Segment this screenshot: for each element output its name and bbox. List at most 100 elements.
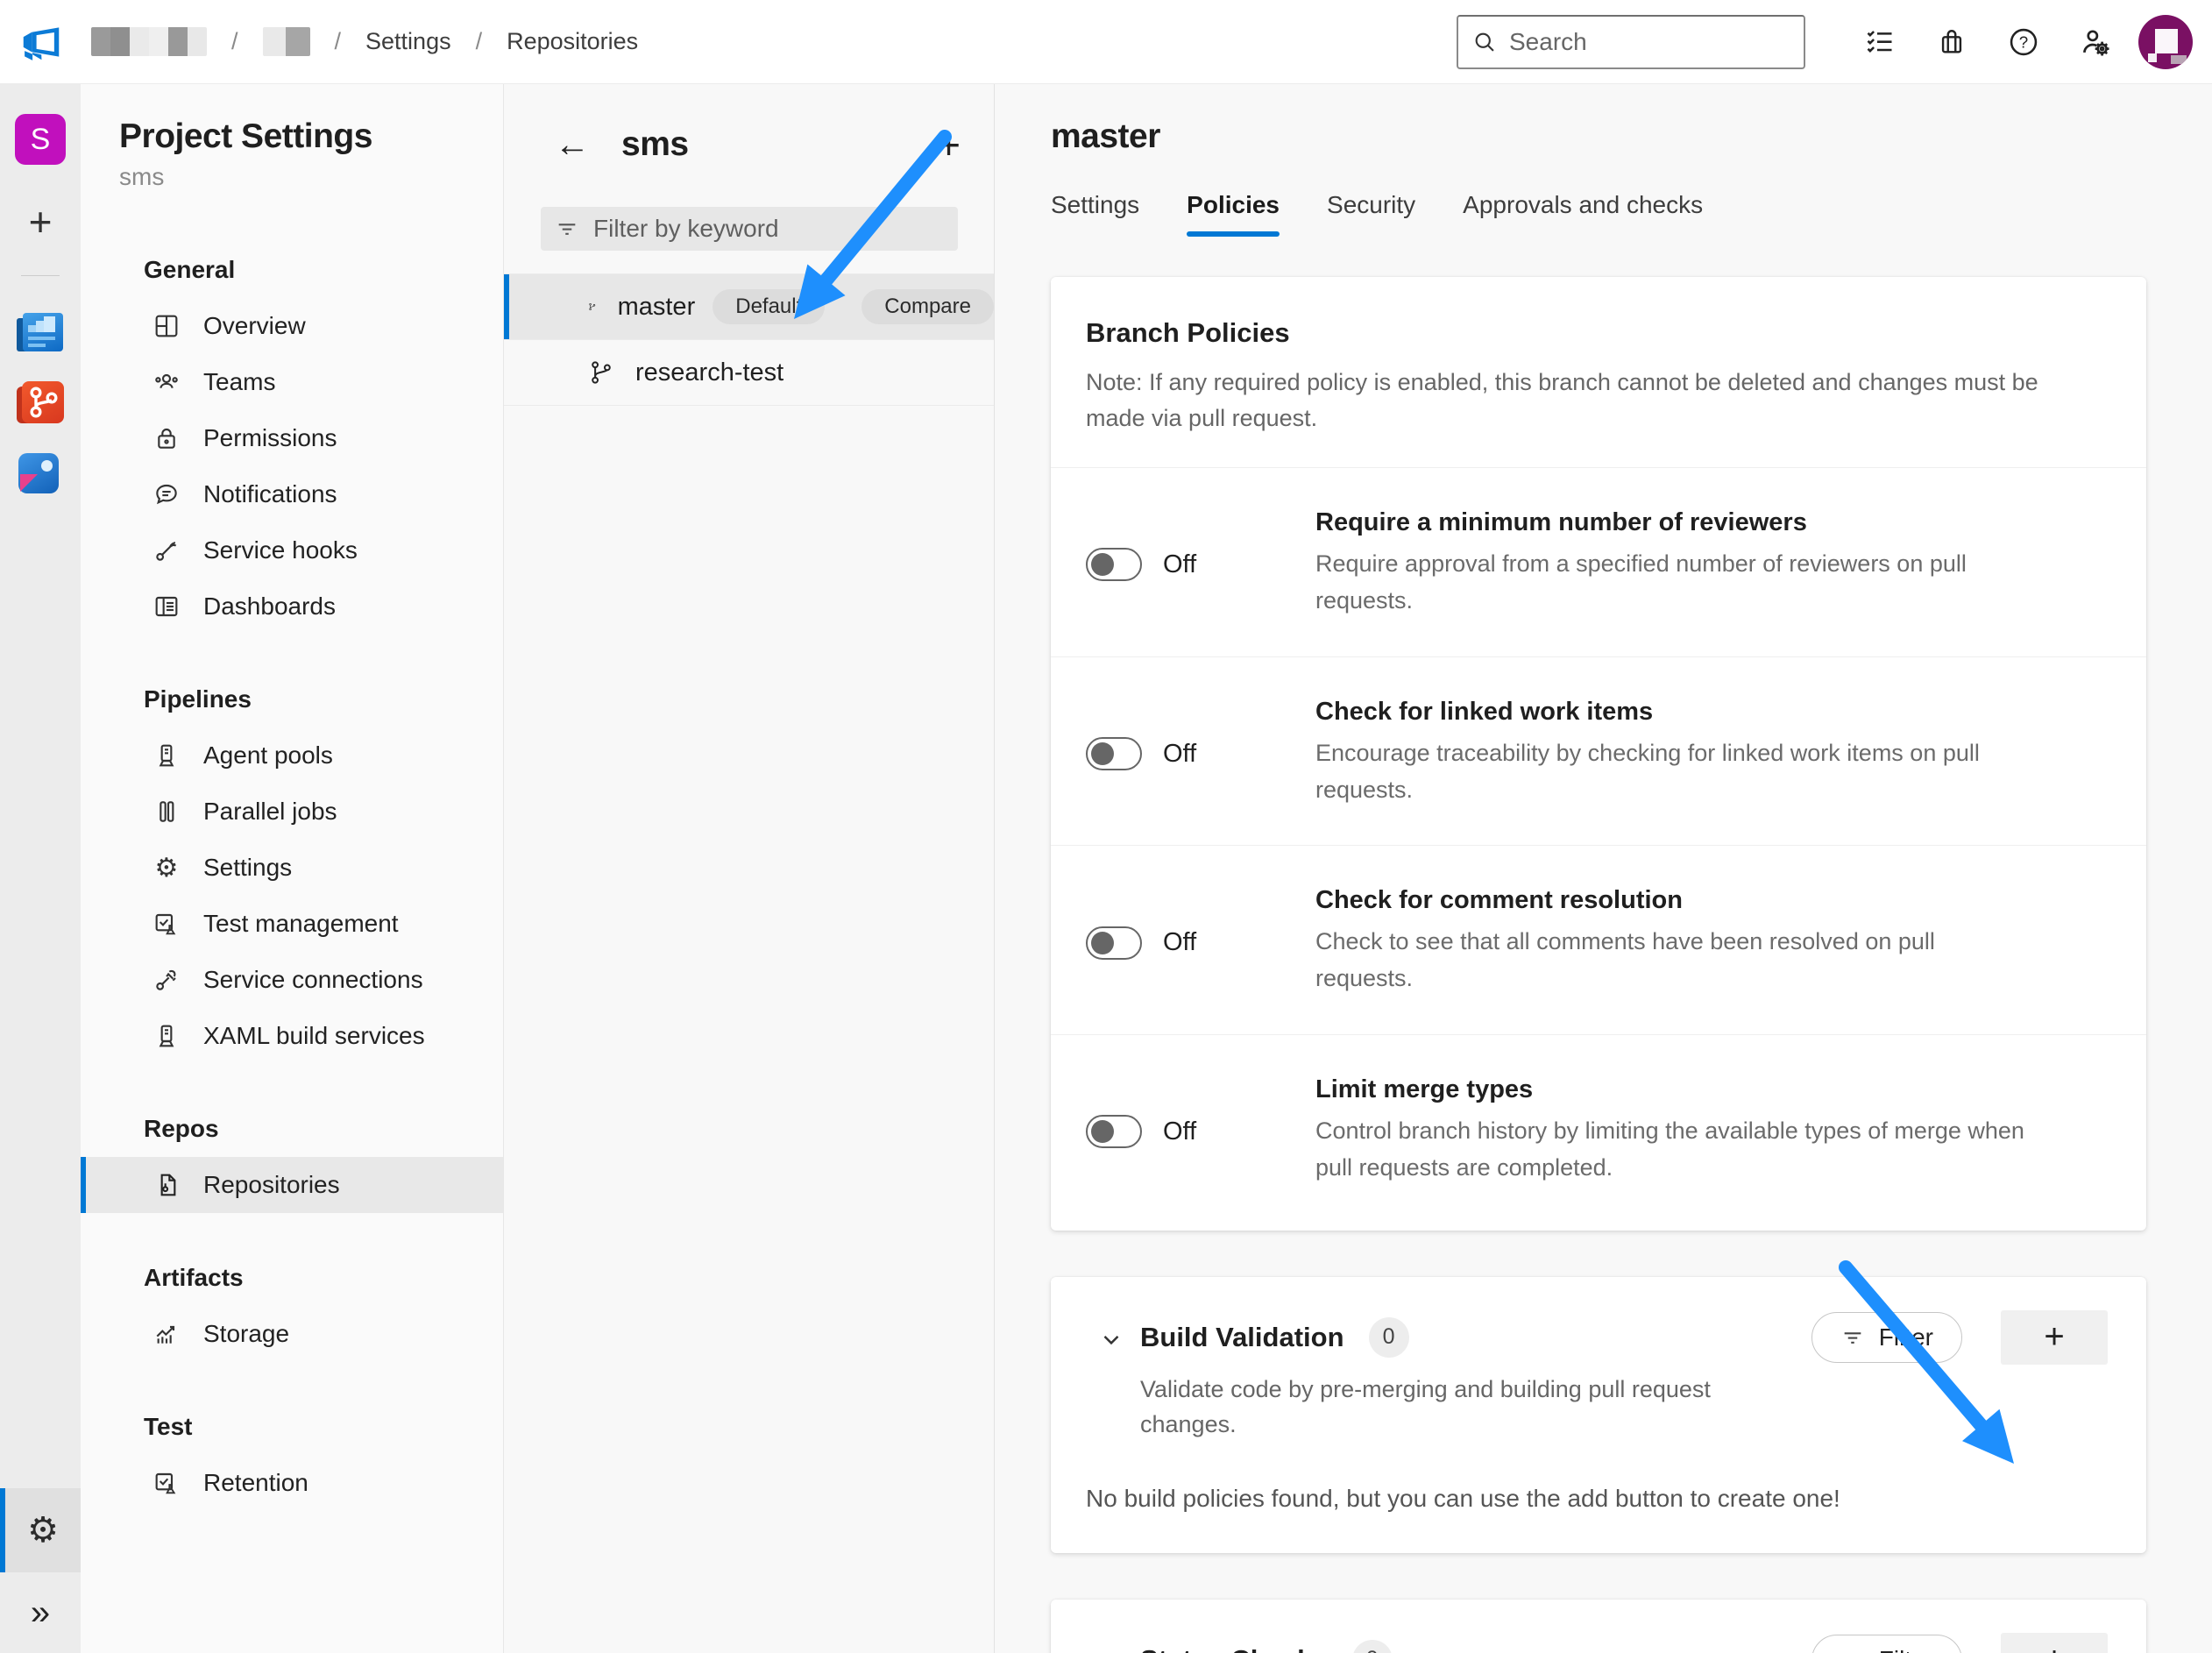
rail-expand-icon[interactable]: » [0,1572,81,1653]
toggle-state-label: Off [1163,740,1196,769]
toggle-state-label: Off [1163,928,1196,957]
parallel-icon [152,798,181,826]
rail-project-settings-gear[interactable]: ⚙ [0,1488,81,1572]
breadcrumb-repositories[interactable]: Repositories [507,28,638,55]
task-list-icon[interactable] [1861,24,1898,60]
sidebar-item-xaml-build-services[interactable]: XAML build services [81,1008,503,1064]
repos-app-icon[interactable] [17,381,64,425]
sidebar-item-label: Service hooks [203,536,358,564]
sidebar-item-label: Notifications [203,480,337,508]
rail-add-project-button[interactable]: + [29,202,53,242]
sidebar-item-label: Settings [203,854,292,882]
branch-filter[interactable] [541,207,958,251]
build-validation-add-button[interactable]: + [2001,1310,2108,1365]
repository-icon [152,1171,181,1199]
main-content: master Settings Policies Security Approv… [995,84,2212,1653]
user-settings-icon[interactable] [2077,24,2114,60]
policy-row-limit-merge-types: Off Limit merge types Control branch his… [1051,1034,2146,1224]
tab-settings[interactable]: Settings [1051,191,1139,237]
retention-icon [152,1469,181,1497]
overview-icon [152,312,181,340]
tab-security[interactable]: Security [1327,191,1415,237]
pipelines-app-icon[interactable] [17,451,64,495]
breadcrumb-settings[interactable]: Settings [365,28,451,55]
sidebar-item-label: Retention [203,1469,308,1497]
gear-icon: ⚙ [152,853,181,883]
rail-divider [21,275,60,276]
marketplace-bag-icon[interactable] [1933,24,1970,60]
section-heading-pipelines: Pipelines [144,685,503,713]
branch-filter-input[interactable] [593,215,944,243]
project-tile[interactable]: S [15,114,66,165]
search-input[interactable] [1509,28,1790,56]
status-checks-filter-button[interactable]: Filter [1811,1635,1962,1653]
build-validation-count: 0 [1369,1317,1409,1358]
sidebar-item-permissions[interactable]: Permissions [81,410,503,466]
build-validation-empty-message: No build policies found, but you can use… [1086,1485,2108,1513]
sidebar-item-label: Teams [203,368,275,396]
sidebar-item-storage[interactable]: Storage [81,1306,503,1362]
git-branch-icon [588,294,597,320]
storage-chart-icon [152,1320,181,1348]
sidebar-item-test-management[interactable]: Test management [81,896,503,952]
sidebar-item-teams[interactable]: Teams [81,354,503,410]
build-validation-description: Validate code by pre-merging and buildin… [1140,1372,1771,1443]
sidebar-item-label: Dashboards [203,592,336,621]
tab-policies[interactable]: Policies [1187,191,1280,237]
filter-button-label: Filter [1879,1323,1933,1351]
toggle-comment-resolution[interactable] [1086,926,1142,960]
boards-app-icon[interactable] [17,311,64,355]
policy-row-comment-resolution: Off Check for comment resolution Check t… [1051,845,2146,1034]
new-branch-button[interactable]: + [937,124,961,165]
sidebar-item-label: Agent pools [203,741,333,770]
branch-list: master Default Compare research-test [504,273,994,406]
help-icon[interactable]: ? [2005,24,2042,60]
policy-title: Check for linked work items [1315,698,2025,727]
azure-devops-logo-icon[interactable] [18,18,65,66]
compare-badge[interactable]: Compare [861,289,994,324]
section-heading-repos: Repos [144,1115,503,1143]
search-icon [1472,30,1497,54]
sidebar-item-parallel-jobs[interactable]: Parallel jobs [81,784,503,840]
sidebar-item-retention[interactable]: Retention [81,1455,503,1511]
branch-row-master[interactable]: master Default Compare [504,274,994,340]
tab-approvals-and-checks[interactable]: Approvals and checks [1463,191,1703,237]
breadcrumb-org-redacted[interactable] [91,27,207,56]
toggle-state-label: Off [1163,550,1196,579]
sidebar-item-service-connections[interactable]: Service connections [81,952,503,1008]
sidebar-subtitle: sms [119,163,503,191]
section-heading-artifacts: Artifacts [144,1264,503,1292]
chevron-down-icon[interactable] [1098,1649,1124,1653]
status-checks-count: 0 [1352,1640,1393,1653]
test-check-icon [152,910,181,938]
agent-icon [152,741,181,770]
back-arrow-icon[interactable]: ← [555,127,590,162]
global-search[interactable] [1457,15,1805,69]
filter-icon [1840,1325,1865,1350]
chevron-down-icon[interactable] [1098,1326,1124,1352]
toggle-limit-merge-types[interactable] [1086,1115,1142,1148]
build-validation-card: Build Validation 0 Filter + Validate cod… [1051,1277,2146,1553]
sidebar-item-notifications[interactable]: Notifications [81,466,503,522]
user-avatar[interactable] [2138,15,2193,69]
page-title: master [1051,117,2212,156]
breadcrumb-project-redacted[interactable] [263,27,310,56]
branch-row-research-test[interactable]: research-test [504,340,994,406]
status-checks-add-button[interactable]: + [2001,1633,2108,1653]
branches-panel: ← sms + master Default Compare research-… [504,84,995,1653]
sidebar-item-repositories[interactable]: Repositories [81,1157,503,1213]
sidebar-item-label: XAML build services [203,1022,425,1050]
toggle-min-reviewers[interactable] [1086,548,1142,581]
build-validation-title: Build Validation [1140,1322,1344,1353]
sidebar-item-dashboards[interactable]: Dashboards [81,578,503,635]
build-validation-filter-button[interactable]: Filter [1811,1312,1962,1363]
sidebar-item-overview[interactable]: Overview [81,298,503,354]
sidebar-item-label: Overview [203,312,306,340]
sidebar-item-pipeline-settings[interactable]: ⚙ Settings [81,840,503,896]
plug-icon [152,966,181,994]
sidebar-item-service-hooks[interactable]: Service hooks [81,522,503,578]
policy-description: Require approval from a specified number… [1315,546,2025,620]
toggle-linked-work-items[interactable] [1086,737,1142,770]
sidebar-item-agent-pools[interactable]: Agent pools [81,727,503,784]
hook-icon [152,536,181,564]
